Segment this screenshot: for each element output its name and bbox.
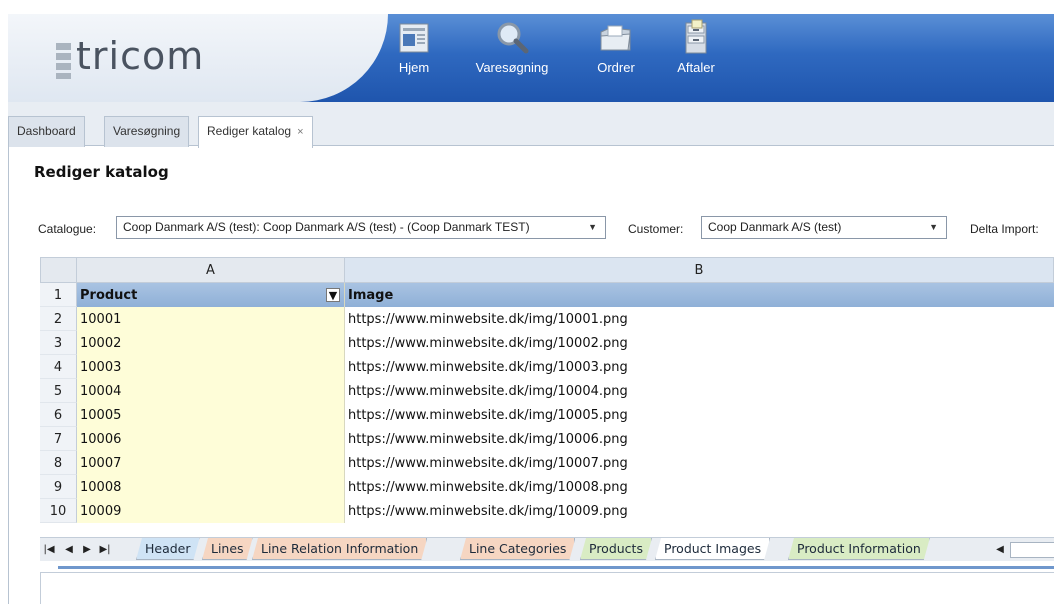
- cell-product-header[interactable]: Product ▼: [77, 283, 345, 307]
- table-row: 9 10008 https://www.minwebsite.dk/img/1000…: [40, 475, 1054, 499]
- sheet-tab[interactable]: Product Images: [655, 538, 770, 560]
- customer-label: Customer:: [628, 222, 684, 236]
- chevron-down-icon: ▼: [588, 222, 597, 232]
- catalogue-select[interactable]: Coop Danmark A/S (test): Coop Danmark A/…: [116, 216, 606, 239]
- table-row: 4 10003 https://www.minwebsite.dk/img/1000…: [40, 355, 1054, 379]
- table-row: 2 10001 https://www.minwebsite.dk/img/1000…: [40, 307, 1054, 331]
- magnifier-icon: [497, 22, 529, 54]
- cell-image-url[interactable]: https://www.minwebsite.dk/img/10005.png: [345, 403, 1054, 427]
- app-header: tricom Hjem Varesøgning Ordrer Aftaler: [8, 14, 1054, 102]
- tab-label: Rediger katalog: [207, 124, 292, 138]
- row-number[interactable]: 1: [40, 283, 77, 307]
- chevron-down-icon: ▼: [929, 222, 938, 232]
- file-cabinet-icon: [685, 19, 707, 54]
- catalogue-label: Catalogue:: [38, 222, 97, 236]
- divider: [58, 566, 1054, 569]
- table-row: 8 10007 https://www.minwebsite.dk/img/1000…: [40, 451, 1054, 475]
- close-icon[interactable]: ×: [297, 126, 303, 138]
- filter-dropdown-icon[interactable]: ▼: [326, 288, 340, 302]
- sheet-tab[interactable]: Lines: [202, 538, 253, 560]
- folder-icon: [600, 25, 631, 51]
- nav-label: Ordrer: [597, 60, 635, 75]
- customer-value: Coop Danmark A/S (test): [708, 220, 842, 234]
- sheet-tab[interactable]: Line Categories: [460, 538, 575, 560]
- cell-image-url[interactable]: https://www.minwebsite.dk/img/10001.png: [345, 307, 1054, 331]
- sheet-tab[interactable]: Product Information: [788, 538, 930, 560]
- cell-product[interactable]: 10002: [77, 331, 345, 355]
- cell-product[interactable]: 10006: [77, 427, 345, 451]
- table-row: 3 10002 https://www.minwebsite.dk/img/1000…: [40, 331, 1054, 355]
- nav-label: Aftaler: [677, 60, 715, 75]
- cell-product[interactable]: 10007: [77, 451, 345, 475]
- nav-label: Varesøgning: [475, 60, 549, 75]
- tab-dashboard[interactable]: Dashboard: [8, 116, 85, 147]
- row-number[interactable]: 2: [40, 307, 77, 331]
- cell-text: Product: [80, 288, 138, 303]
- row-number[interactable]: 5: [40, 379, 77, 403]
- prev-sheet-icon[interactable]: ◀: [62, 541, 76, 559]
- column-header-a[interactable]: A: [77, 257, 345, 283]
- logo-mark: [56, 43, 71, 79]
- scroll-left-icon[interactable]: ◀: [992, 541, 1008, 559]
- customer-select[interactable]: Coop Danmark A/S (test) ▼: [701, 216, 947, 239]
- table-header-row: 1 Product ▼ Image: [40, 283, 1054, 307]
- home-document-icon: [399, 23, 429, 53]
- catalogue-value: Coop Danmark A/S (test): Coop Danmark A/…: [123, 220, 530, 234]
- table-row: 6 10005 https://www.minwebsite.dk/img/1000…: [40, 403, 1054, 427]
- select-all-corner[interactable]: [40, 257, 77, 283]
- table-row: 10 10009 https://www.minwebsite.dk/img/100…: [40, 499, 1054, 523]
- row-number[interactable]: 8: [40, 451, 77, 475]
- sheet-tab[interactable]: Line Relation Information: [252, 538, 427, 560]
- cell-product[interactable]: 10003: [77, 355, 345, 379]
- horizontal-scrollbar[interactable]: [1010, 542, 1054, 558]
- cell-image-url[interactable]: https://www.minwebsite.dk/img/10003.png: [345, 355, 1054, 379]
- column-header-b[interactable]: B: [345, 257, 1054, 283]
- tab-rediger-katalog[interactable]: Rediger katalog ×: [198, 116, 313, 148]
- row-number[interactable]: 6: [40, 403, 77, 427]
- nav-hjem[interactable]: Hjem: [386, 18, 442, 102]
- row-number[interactable]: 7: [40, 427, 77, 451]
- tab-label: Dashboard: [17, 124, 76, 138]
- cell-product[interactable]: 10008: [77, 475, 345, 499]
- cell-product[interactable]: 10009: [77, 499, 345, 523]
- cell-image-url[interactable]: https://www.minwebsite.dk/img/10007.png: [345, 451, 1054, 475]
- logo-panel: tricom: [8, 14, 388, 102]
- logo: tricom: [76, 34, 205, 78]
- first-sheet-icon[interactable]: |◀: [42, 541, 56, 559]
- cell-product[interactable]: 10005: [77, 403, 345, 427]
- nav-varesogning[interactable]: Varesøgning: [464, 18, 560, 102]
- sheet-tab[interactable]: Header: [136, 538, 200, 560]
- column-header-row: A B: [40, 257, 1054, 283]
- cell-product[interactable]: 10001: [77, 307, 345, 331]
- table-row: 5 10004 https://www.minwebsite.dk/img/1000…: [40, 379, 1054, 403]
- tab-varesogning[interactable]: Varesøgning: [104, 116, 190, 147]
- tab-label: Varesøgning: [113, 124, 181, 138]
- tab-strip: Dashboard Varesøgning Rediger katalog ×: [8, 102, 1054, 148]
- nav-aftaler[interactable]: Aftaler: [674, 18, 718, 102]
- cell-image-url[interactable]: https://www.minwebsite.dk/img/10004.png: [345, 379, 1054, 403]
- details-panel: [40, 572, 1054, 604]
- sheet-tab-bar: |◀ ◀ ▶ ▶| Header Lines Line Relation Infor…: [40, 537, 1054, 561]
- cell-image-url[interactable]: https://www.minwebsite.dk/img/10006.png: [345, 427, 1054, 451]
- row-number[interactable]: 3: [40, 331, 77, 355]
- page-border: [8, 146, 9, 604]
- row-number[interactable]: 10: [40, 499, 77, 523]
- sheet-tab[interactable]: Products: [580, 538, 652, 560]
- cell-product[interactable]: 10004: [77, 379, 345, 403]
- delta-import-label: Delta Import:: [970, 222, 1039, 236]
- cell-image-url[interactable]: https://www.minwebsite.dk/img/10008.png: [345, 475, 1054, 499]
- last-sheet-icon[interactable]: ▶|: [98, 541, 112, 559]
- row-number[interactable]: 4: [40, 355, 77, 379]
- table-row: 7 10006 https://www.minwebsite.dk/img/1000…: [40, 427, 1054, 451]
- row-number[interactable]: 9: [40, 475, 77, 499]
- page-title: Rediger katalog: [34, 163, 169, 181]
- cell-image-header[interactable]: Image: [345, 283, 1054, 307]
- cell-image-url[interactable]: https://www.minwebsite.dk/img/10009.png: [345, 499, 1054, 523]
- cell-image-url[interactable]: https://www.minwebsite.dk/img/10002.png: [345, 331, 1054, 355]
- spreadsheet[interactable]: A B 1 Product ▼ Image 2 10001 https://www.…: [40, 257, 1054, 568]
- nav-ordrer[interactable]: Ordrer: [586, 18, 646, 102]
- next-sheet-icon[interactable]: ▶: [80, 541, 94, 559]
- nav-label: Hjem: [398, 60, 430, 75]
